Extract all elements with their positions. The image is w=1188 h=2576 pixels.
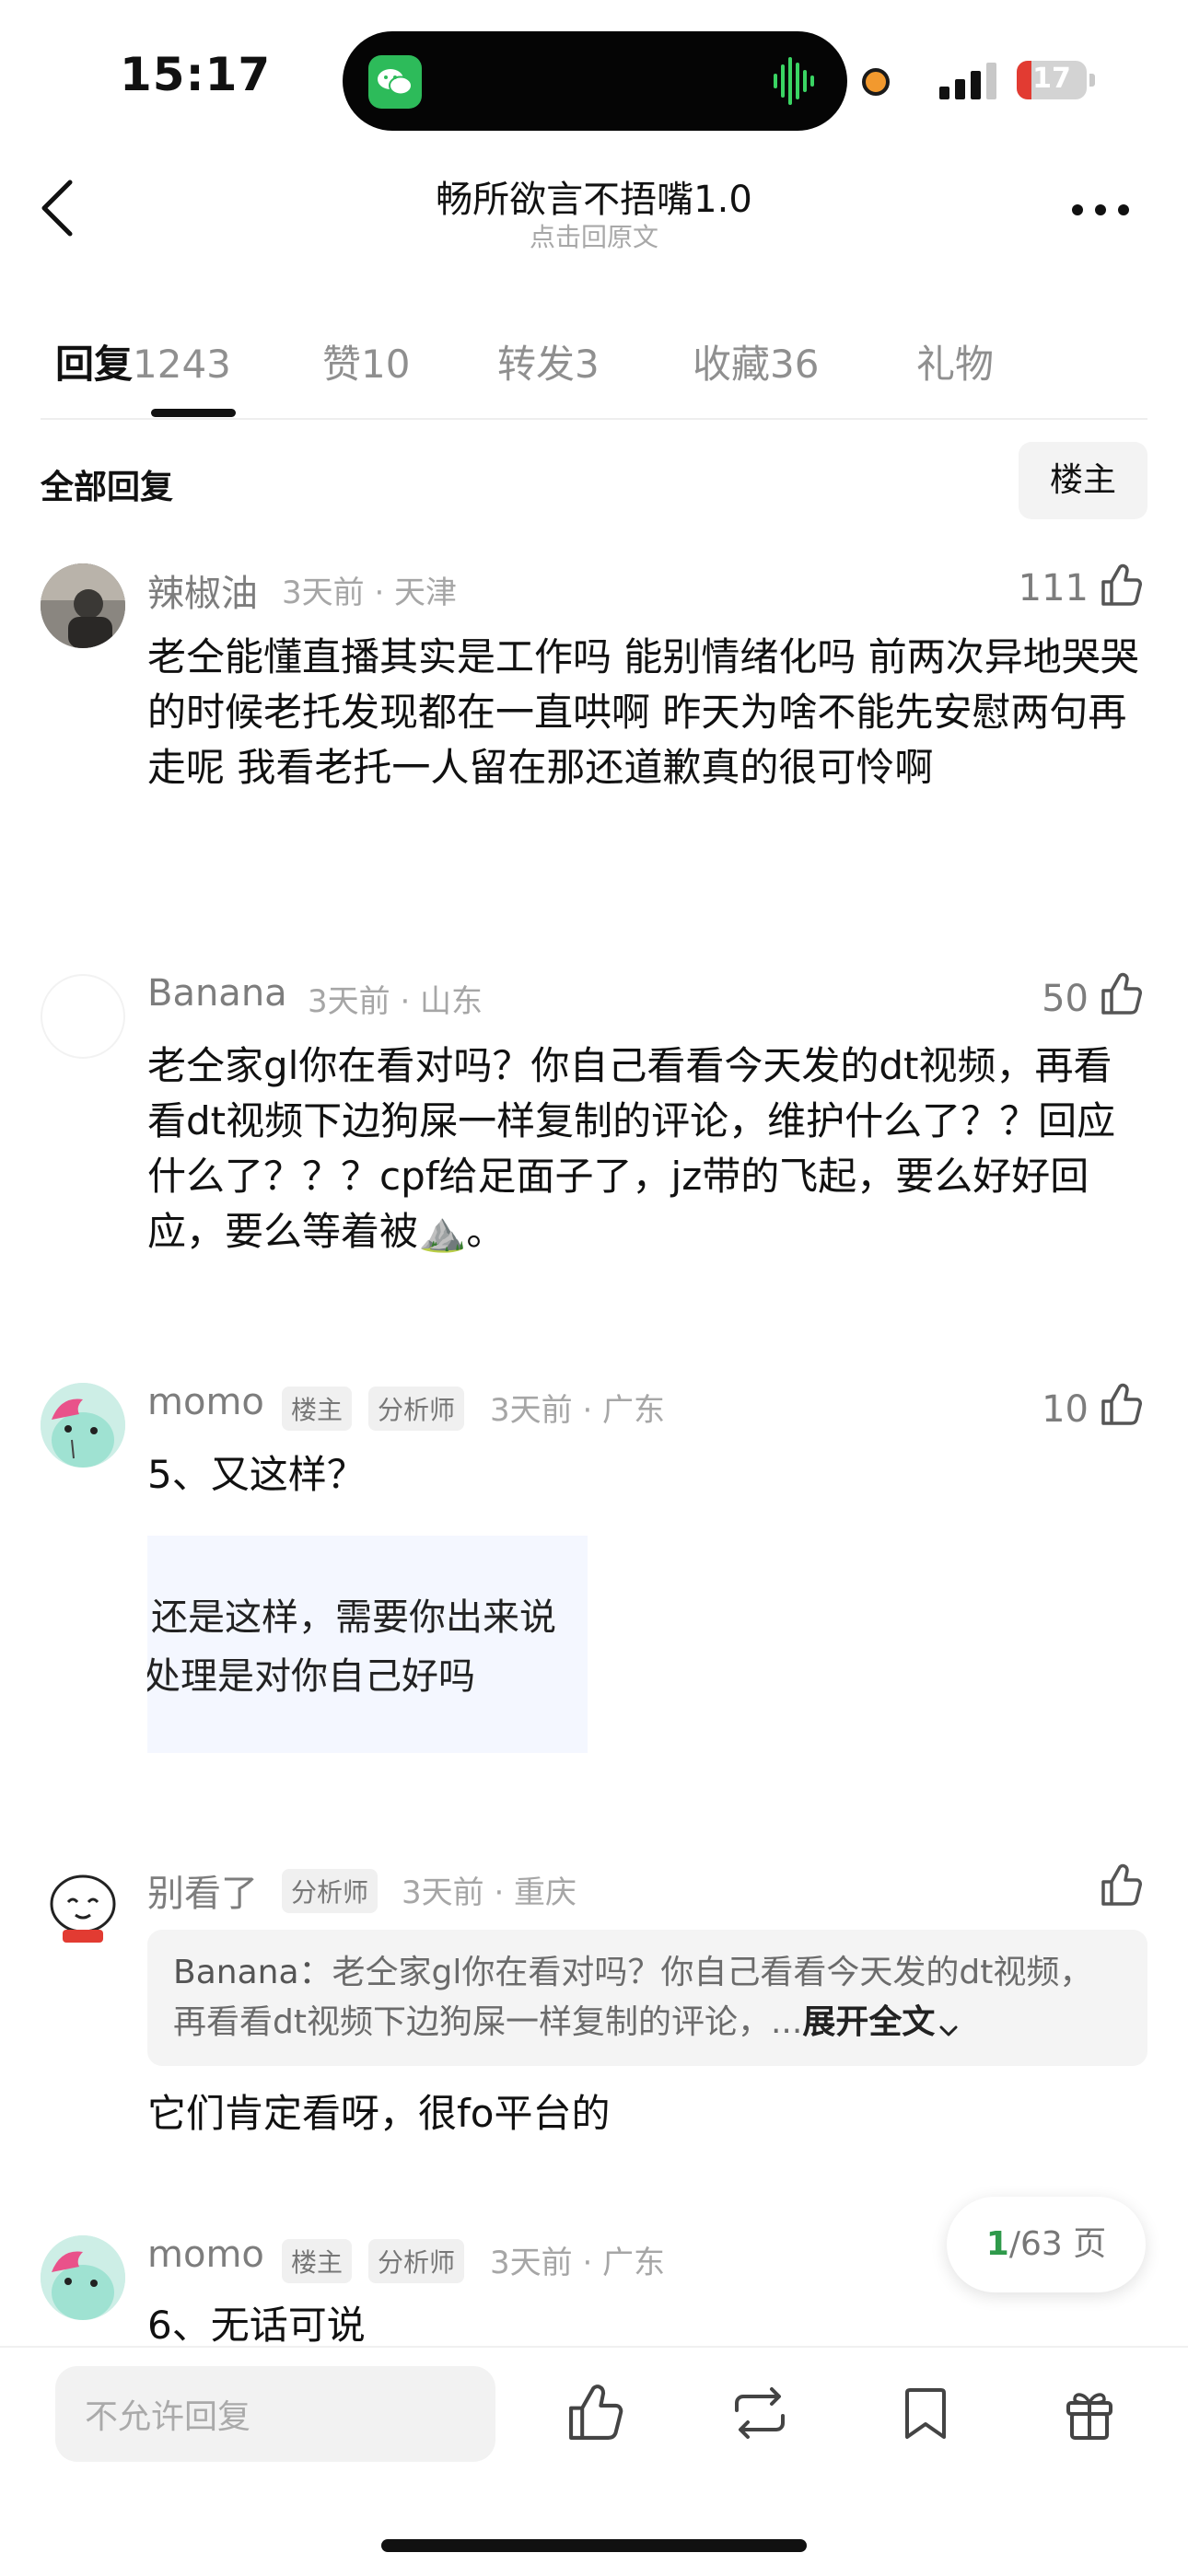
avatar[interactable] (41, 2235, 125, 2320)
divider (41, 418, 1147, 420)
tab-label: 收藏 (693, 342, 771, 387)
comment-text: 老仝家gl你在看对吗？你自己看看今天发的dt视频，再看看dt视频下边狗屎一样复制… (147, 1039, 1142, 1259)
tab-label: 回复 (55, 342, 134, 387)
tab-likes[interactable]: 赞10 (322, 333, 410, 389)
thumbs-up-icon[interactable] (1098, 1862, 1146, 1909)
status-time: 15:17 (120, 48, 272, 101)
comment-meta: 3天前 · 广东 (490, 2245, 666, 2281)
tab-count: 3 (575, 342, 600, 387)
thumbs-up-icon[interactable] (1098, 1381, 1146, 1429)
like-count: 10 (1042, 1388, 1089, 1431)
current-page: 1 (985, 2225, 1009, 2263)
page-unit: 页 (1073, 2225, 1107, 2263)
avatar[interactable] (41, 974, 125, 1059)
chevron-down-icon (935, 2010, 962, 2037)
tab-favorites[interactable]: 收藏36 (693, 333, 819, 389)
comment-meta: 3天前 · 重庆 (402, 1874, 577, 1911)
tab-label: 礼物 (916, 342, 995, 387)
tab-gifts[interactable]: 礼物 (916, 333, 994, 389)
avatar[interactable] (41, 1383, 125, 1468)
comment-text-end: 。 (466, 1209, 506, 1254)
quoted-text: Banana：老仝家gl你在看对吗？你自己看看今天发的dt视频，再看看dt视频下… (173, 1948, 1122, 2048)
comment-username[interactable]: 辣椒油 (147, 563, 258, 617)
quoted-reply[interactable]: Banana：老仝家gl你在看对吗？你自己看看今天发的dt视频，再看看dt视频下… (147, 1930, 1147, 2066)
author-badge: 楼主 (282, 2239, 353, 2283)
expand-full-text-link[interactable]: 展开全文 (802, 2003, 935, 2041)
battery-icon: 17 (1017, 61, 1087, 99)
repost-icon[interactable] (728, 2381, 792, 2445)
comment-username[interactable]: 别看了 (147, 1863, 258, 1917)
active-tab-indicator (151, 409, 236, 417)
all-replies-heading: 全部回复 (41, 469, 174, 506)
tab-count: 10 (361, 342, 411, 387)
audio-wave-icon (772, 53, 818, 109)
analyst-badge: 分析师 (368, 2239, 465, 2283)
comment-username[interactable]: momo (147, 1381, 264, 1423)
comment-meta: 3天前 · 天津 (282, 574, 458, 611)
comment-username[interactable]: Banana (147, 972, 287, 1015)
avatar[interactable] (41, 1863, 125, 1948)
battery-level: 17 (1032, 63, 1071, 95)
wechat-icon (368, 55, 422, 109)
recording-indicator-icon (862, 68, 890, 96)
analyst-badge: 分析师 (282, 1869, 379, 1913)
tab-reposts[interactable]: 转发3 (497, 333, 600, 389)
comment-text: 5、又这样？ (147, 1452, 366, 1497)
comment-text: 6、无话可说 (147, 2303, 366, 2348)
quoted-username: Banana： (173, 1954, 332, 1991)
image-text-line: 还是这样，需要你出来说 (151, 1596, 556, 1639)
total-pages: /63 (1008, 2225, 1063, 2263)
comment-meta: 3天前 · 山东 (308, 983, 483, 1020)
author-badge: 楼主 (282, 1387, 353, 1431)
analyst-badge: 分析师 (368, 1387, 465, 1431)
comment-text: 它们肯定看呀，很fo平台的 (147, 2091, 611, 2136)
gift-icon[interactable] (1057, 2381, 1122, 2445)
comment-text: 老仝能懂直播其实是工作吗 能别情绪化吗 前两次异地哭哭的时候老托发现都在一直哄啊… (147, 634, 1139, 790)
image-text-line: 处理是对你自己好吗 (147, 1655, 475, 1698)
back-to-original-link[interactable]: 点击回原文 (0, 217, 1188, 254)
page-indicator[interactable]: 1/63 页 (947, 2197, 1146, 2292)
thumbs-up-icon[interactable] (1098, 970, 1146, 1018)
tab-count: 36 (770, 342, 820, 387)
like-icon[interactable] (564, 2381, 628, 2445)
tab-replies[interactable]: 回复1243 (55, 333, 231, 389)
thumbs-up-icon[interactable] (1098, 562, 1146, 609)
page-title: 畅所欲言不捂嘴1.0 (436, 179, 752, 221)
tab-count: 1243 (133, 342, 231, 387)
avatar[interactable] (41, 563, 125, 648)
bookmark-icon[interactable] (893, 2381, 958, 2445)
signal-icon (939, 61, 1000, 99)
reply-input-placeholder: 不允许回复 (85, 2398, 251, 2436)
author-only-filter-button[interactable]: 楼主 (1019, 442, 1147, 519)
comment-image[interactable]: 还是这样，需要你出来说 处理是对你自己好吗 (147, 1536, 588, 1753)
tab-label: 转发 (497, 342, 576, 387)
comment-username[interactable]: momo (147, 2234, 264, 2276)
like-count: 111 (1018, 567, 1089, 609)
tab-label: 赞 (322, 342, 362, 387)
home-indicator (381, 2539, 807, 2552)
like-count: 50 (1042, 978, 1089, 1020)
more-options-button[interactable] (1068, 191, 1133, 228)
battery-cap (1089, 74, 1095, 87)
mountain-emoji: ⛰️ (418, 1209, 467, 1254)
comment-meta: 3天前 · 广东 (490, 1392, 666, 1429)
comment-text-main: 老仝家gl你在看对吗？你自己看看今天发的dt视频，再看看dt视频下边狗屎一样复制… (147, 1043, 1116, 1254)
